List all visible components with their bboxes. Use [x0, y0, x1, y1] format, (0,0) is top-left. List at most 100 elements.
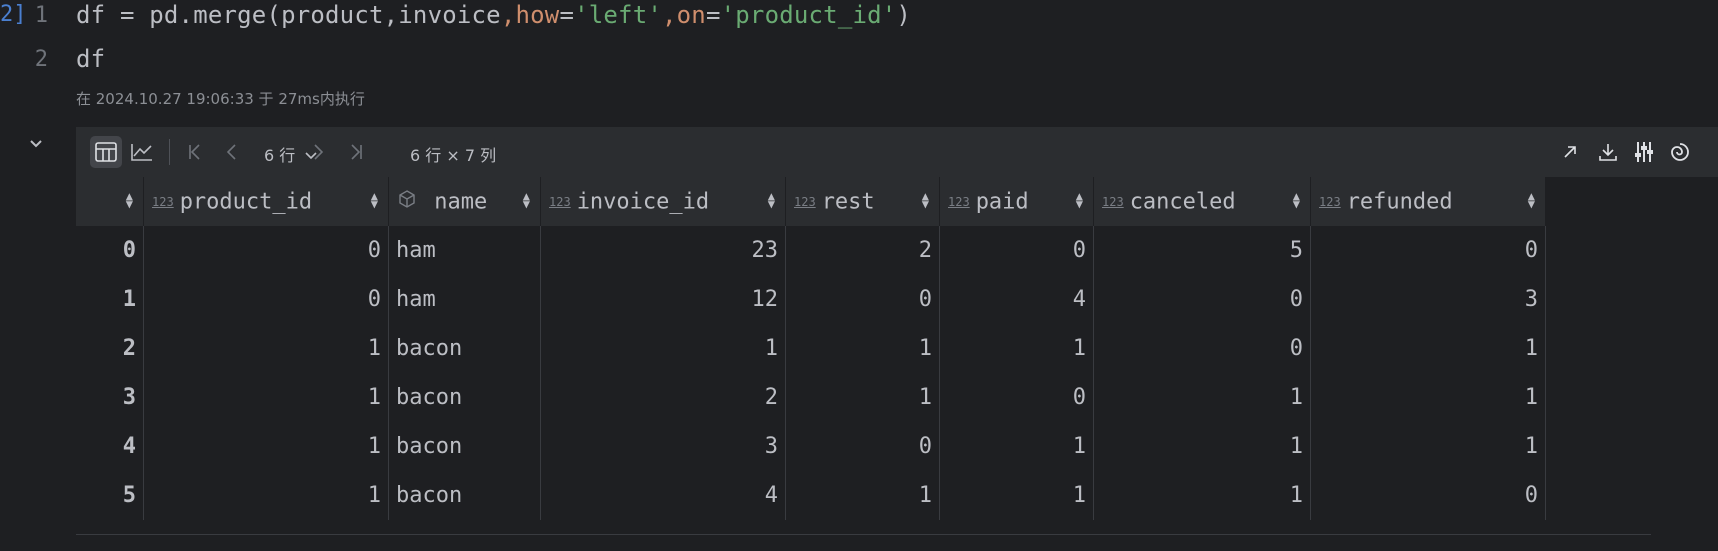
- column-settings-icon[interactable]: [1628, 136, 1660, 168]
- cell-paid[interactable]: 0: [939, 226, 1094, 275]
- cell-rest[interactable]: 0: [785, 422, 940, 471]
- cell-product_id[interactable]: 1: [143, 373, 389, 422]
- cell-canceled[interactable]: 1: [1093, 373, 1311, 422]
- column-header-canceled[interactable]: 123 canceled ▲ ▼: [1093, 177, 1311, 226]
- cell-paid[interactable]: 1: [939, 422, 1094, 471]
- cell-canceled[interactable]: 0: [1093, 275, 1311, 324]
- cell-paid[interactable]: 1: [939, 324, 1094, 373]
- cell-product_id[interactable]: 0: [143, 275, 389, 324]
- column-header-label: name: [434, 189, 488, 214]
- row-index: 3: [76, 373, 144, 422]
- sort-icon[interactable]: ▲ ▼: [1293, 190, 1300, 210]
- table-row[interactable]: 5 1 bacon 4 1 1 1 0: [76, 471, 1546, 520]
- dataframe-table: ▲ ▼ 123 product_id ▲ ▼ name ▲ ▼ 123 invoice_i…: [76, 177, 1546, 520]
- cell-paid[interactable]: 1: [939, 471, 1094, 520]
- row-index: 1: [76, 275, 144, 324]
- table-header-row: ▲ ▼ 123 product_id ▲ ▼ name ▲ ▼ 123 invoice_i…: [76, 177, 1546, 226]
- table-dimensions: 6 行 × 7 列: [410, 146, 497, 165]
- sort-icon[interactable]: ▲ ▼: [1528, 190, 1535, 210]
- line-number: 1: [34, 3, 48, 28]
- cell-canceled[interactable]: 5: [1093, 226, 1311, 275]
- cell-refunded[interactable]: 1: [1310, 422, 1546, 471]
- code-token: ,: [500, 1, 516, 29]
- table-row[interactable]: 4 1 bacon 3 0 1 1 1: [76, 422, 1546, 471]
- index-column-header[interactable]: ▲ ▼: [76, 177, 144, 226]
- sort-icon[interactable]: ▲ ▼: [922, 190, 929, 210]
- cell-refunded[interactable]: 0: [1310, 226, 1546, 275]
- explain-dataframe-icon[interactable]: [1664, 136, 1696, 168]
- execution-info: 在 2024.10.27 19:06:33 于 27ms内执行: [76, 90, 365, 108]
- dataframe-toolbar: 6 行 6 行 × 7 列: [76, 127, 1718, 177]
- cell-rest[interactable]: 1: [785, 471, 940, 520]
- collapse-output-icon[interactable]: [26, 134, 46, 154]
- cell-invoice_id[interactable]: 4: [540, 471, 786, 520]
- sort-icon[interactable]: ▲ ▼: [371, 190, 378, 210]
- sort-icon[interactable]: ▲ ▼: [523, 190, 530, 210]
- cell-product_id[interactable]: 0: [143, 226, 389, 275]
- cell-paid[interactable]: 0: [939, 373, 1094, 422]
- rows-per-page-value: 6 行: [264, 146, 296, 165]
- table-row[interactable]: 0 0 ham 23 2 0 5 0: [76, 226, 1546, 275]
- cell-invoice_id[interactable]: 23: [540, 226, 786, 275]
- column-header-rest[interactable]: 123 rest ▲ ▼: [785, 177, 940, 226]
- code-line-1[interactable]: df = pd.merge(product,invoice,how='left'…: [76, 1, 911, 29]
- cell-canceled[interactable]: 1: [1093, 471, 1311, 520]
- column-header-label: canceled: [1129, 189, 1236, 215]
- column-header-label: refunded: [1346, 189, 1453, 215]
- numeric-type-icon: 123: [948, 194, 970, 209]
- numeric-type-icon: 123: [794, 194, 816, 209]
- cell-invoice_id[interactable]: 1: [540, 324, 786, 373]
- cell-canceled[interactable]: 1: [1093, 422, 1311, 471]
- table-view-icon[interactable]: [90, 136, 122, 168]
- code-token: ): [896, 1, 912, 29]
- first-page-icon[interactable]: [179, 136, 211, 168]
- cell-invoice_id[interactable]: 12: [540, 275, 786, 324]
- cell-product_id[interactable]: 1: [143, 324, 389, 373]
- last-page-icon[interactable]: [340, 136, 372, 168]
- cell-product_id[interactable]: 1: [143, 471, 389, 520]
- cell-refunded[interactable]: 1: [1310, 373, 1546, 422]
- column-header-name[interactable]: name ▲ ▼: [388, 177, 541, 226]
- chart-view-icon[interactable]: [126, 136, 158, 168]
- dataframe-table-container: ▲ ▼ 123 product_id ▲ ▼ name ▲ ▼ 123 invoice_i…: [76, 177, 1651, 520]
- cell-rest[interactable]: 0: [785, 275, 940, 324]
- row-index: 2: [76, 324, 144, 373]
- cell-canceled[interactable]: 0: [1093, 324, 1311, 373]
- cell-rest[interactable]: 1: [785, 373, 940, 422]
- download-icon[interactable]: [1592, 136, 1624, 168]
- cell-refunded[interactable]: 0: [1310, 471, 1546, 520]
- cell-refunded[interactable]: 3: [1310, 275, 1546, 324]
- code-token: 'product_id': [720, 1, 897, 29]
- code-token: =: [559, 1, 575, 29]
- sort-icon[interactable]: ▲ ▼: [126, 190, 133, 210]
- cell-name[interactable]: ham: [388, 226, 541, 275]
- column-header-label: rest: [821, 189, 875, 215]
- code-token: how: [515, 1, 560, 29]
- cell-invoice_id[interactable]: 3: [540, 422, 786, 471]
- numeric-type-icon: 123: [1319, 194, 1341, 209]
- table-row[interactable]: 1 0 ham 12 0 4 0 3: [76, 275, 1546, 324]
- cell-name[interactable]: bacon: [388, 373, 541, 422]
- cell-paid[interactable]: 4: [939, 275, 1094, 324]
- next-page-icon[interactable]: [302, 136, 334, 168]
- cell-rest[interactable]: 2: [785, 226, 940, 275]
- cell-rest[interactable]: 1: [785, 324, 940, 373]
- cell-name[interactable]: bacon: [388, 422, 541, 471]
- cell-name[interactable]: bacon: [388, 471, 541, 520]
- cell-product_id[interactable]: 1: [143, 422, 389, 471]
- column-header-refunded[interactable]: 123 refunded ▲ ▼: [1310, 177, 1546, 226]
- column-header-product_id[interactable]: 123 product_id ▲ ▼: [143, 177, 389, 226]
- cell-name[interactable]: ham: [388, 275, 541, 324]
- open-in-new-tab-icon[interactable]: [1554, 136, 1586, 168]
- cell-refunded[interactable]: 1: [1310, 324, 1546, 373]
- cell-name[interactable]: bacon: [388, 324, 541, 373]
- previous-page-icon[interactable]: [216, 136, 248, 168]
- column-header-invoice_id[interactable]: 123 invoice_id ▲ ▼: [540, 177, 786, 226]
- sort-icon[interactable]: ▲ ▼: [768, 190, 775, 210]
- table-row[interactable]: 2 1 bacon 1 1 1 0 1: [76, 324, 1546, 373]
- column-header-paid[interactable]: 123 paid ▲ ▼: [939, 177, 1094, 226]
- table-row[interactable]: 3 1 bacon 2 1 0 1 1: [76, 373, 1546, 422]
- code-line-2[interactable]: df: [76, 45, 105, 73]
- cell-invoice_id[interactable]: 2: [540, 373, 786, 422]
- sort-icon[interactable]: ▲ ▼: [1076, 190, 1083, 210]
